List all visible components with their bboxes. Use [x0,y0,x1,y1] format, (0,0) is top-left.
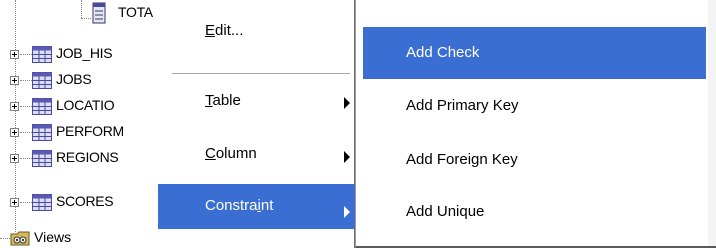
context-menu: Edit... Table Column Constraint [158,0,355,248]
expand-icon[interactable] [10,50,19,59]
menu-item-label: Constraint [205,197,274,214]
menu-item-label: Table [205,92,241,109]
column-icon [92,2,106,24]
menu-item-label: Column [205,145,257,162]
menu-item-column[interactable]: Column [158,134,355,176]
tree-item-label: JOB_HIS [56,45,113,61]
menu-item-add-unique[interactable]: Add Unique [363,186,706,238]
submenu-arrow-icon [344,97,350,109]
menu-item-label: Add Primary Key [406,97,519,114]
table-icon [32,72,52,89]
tree-item-label: JOBS [56,71,92,87]
tree-item-jobs[interactable]: JOBS [0,68,175,94]
menu-item-label: Add Foreign Key [406,151,518,168]
menu-item-constraint[interactable]: Constraint [158,184,355,229]
submenu-arrow-icon [344,151,350,163]
tree-item-label: REGIONS [56,149,119,165]
tree-item-label: PERFORM [56,123,124,139]
expand-icon[interactable] [10,154,19,163]
views-folder-icon [10,231,30,246]
tree-item-label: SCORES [56,193,114,209]
table-icon [32,98,52,115]
tree-item-locations[interactable]: LOCATIO [0,94,175,120]
menu-item-edit[interactable]: Edit... [158,10,355,52]
table-icon [32,46,52,63]
expand-icon[interactable] [10,76,19,85]
menu-item-label: Add Check [406,44,480,61]
menu-item-add-foreign-key[interactable]: Add Foreign Key [363,134,706,186]
tree-item-scores[interactable]: SCORES [0,190,175,216]
tree-item-label: Views [34,229,72,245]
expand-icon[interactable] [10,128,19,137]
tree-item-regions[interactable]: REGIONS [0,146,175,172]
schema-tree: TOTA JOB_HIS JOBS LOCATIO PERFORM REGION… [0,0,175,248]
constraint-submenu: Add Check Add Primary Key Add Foreign Ke… [355,0,716,248]
tree-connector-line [81,18,91,19]
menu-item-table[interactable]: Table [158,80,355,122]
tree-item-views[interactable]: Views [0,228,175,248]
menu-separator [172,73,350,74]
tree-item-job-history[interactable]: JOB_HIS [0,42,175,68]
menu-item-label: Add Unique [406,203,485,220]
tree-connector-line [81,0,82,18]
menu-item-add-primary-key[interactable]: Add Primary Key [363,80,706,132]
tree-item-label: LOCATIO [56,97,115,113]
menu-item-add-check[interactable]: Add Check [363,27,706,79]
expand-icon[interactable] [10,198,19,207]
tree-item-totals[interactable]: TOTA [118,3,153,21]
table-icon [32,194,52,211]
tree-item-performance[interactable]: PERFORM [0,120,175,146]
table-icon [32,150,52,167]
submenu-arrow-icon [344,206,350,218]
menu-item-label: Edit... [205,22,244,39]
table-icon [32,124,52,141]
expand-icon[interactable] [10,102,19,111]
